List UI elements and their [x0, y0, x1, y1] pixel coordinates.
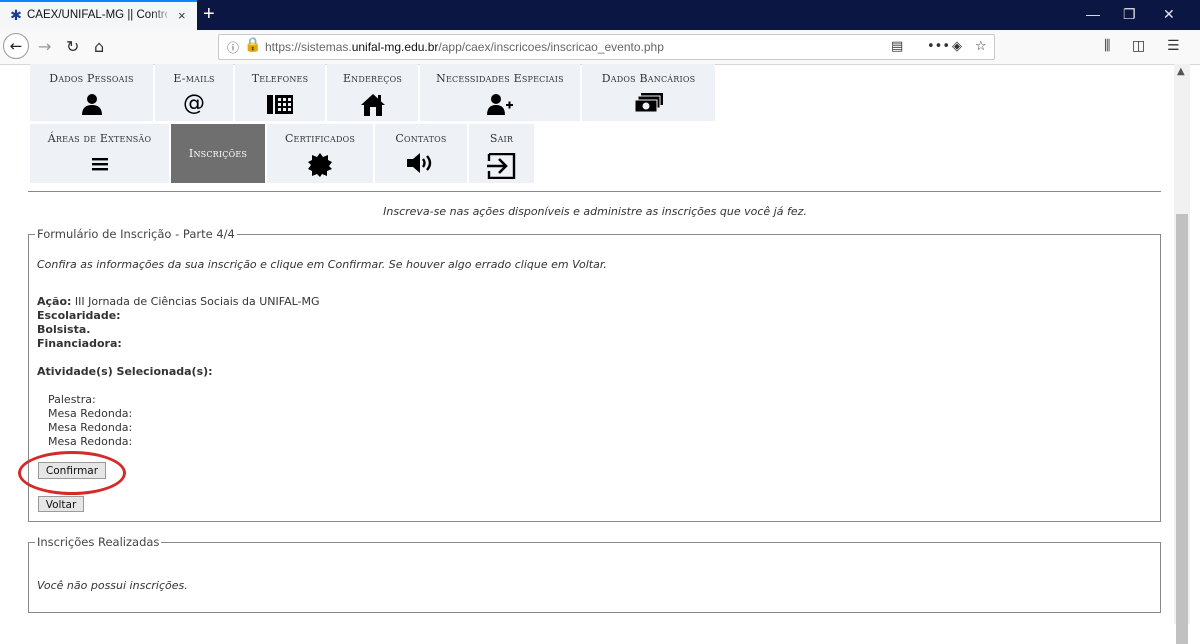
- bookmark-star-icon[interactable]: ☆: [975, 39, 987, 54]
- page-actions-icon[interactable]: •••: [927, 39, 950, 54]
- acao-line: Ação: III Jornada de Ciências Sociais da…: [37, 295, 320, 308]
- menu-necessidades-especiais[interactable]: Necessidades Especiais: [420, 64, 580, 121]
- menu-dados-pessoais[interactable]: Dados Pessoais: [30, 64, 153, 121]
- atividade-item: Mesa Redonda:: [48, 435, 133, 448]
- form-instructions: Confira as informações da sua inscrição …: [37, 258, 607, 271]
- scroll-thumb[interactable]: [1176, 214, 1188, 644]
- menu-dados-bancarios[interactable]: Dados Bancários: [582, 64, 715, 121]
- new-tab-button[interactable]: +: [203, 3, 215, 26]
- user-icon: [30, 93, 153, 119]
- escolaridade-label: Escolaridade:: [37, 309, 121, 322]
- list-icon: [30, 153, 169, 175]
- sidebar-icon[interactable]: ◫: [1132, 38, 1145, 54]
- url-text[interactable]: https://sistemas.unifal-mg.edu.br/app/ca…: [265, 40, 664, 54]
- home-button-icon[interactable]: ⌂: [94, 37, 104, 56]
- scroll-up-icon[interactable]: ▲: [1177, 66, 1185, 77]
- browser-tab-bar: ✱ CAEX/UNIFAL-MG || Controle d × + — ❐ ✕: [0, 0, 1200, 30]
- financiadora-label: Financiadora:: [37, 337, 122, 350]
- atividade-item: Mesa Redonda:: [48, 407, 133, 420]
- at-icon: @: [183, 91, 205, 116]
- minimize-icon[interactable]: —: [1086, 6, 1100, 22]
- menu-certificados[interactable]: Certificados: [267, 124, 373, 183]
- tab-close-icon[interactable]: ×: [178, 8, 186, 23]
- atividade-item: Palestra:: [48, 393, 96, 406]
- inscricoes-empty-text: Você não possui inscrições.: [37, 579, 188, 592]
- certificate-icon: [267, 153, 373, 181]
- caex-favicon-icon: ✱: [10, 8, 22, 24]
- inscricoes-legend: Inscrições Realizadas: [37, 535, 160, 549]
- fax-icon: [235, 93, 325, 119]
- restore-icon[interactable]: ❐: [1123, 6, 1136, 23]
- menu-enderecos[interactable]: Endereços: [327, 64, 418, 121]
- inscricoes-fieldset: Inscrições Realizadas: [28, 535, 1161, 613]
- reader-view-icon[interactable]: ▤: [891, 39, 903, 54]
- user-plus-icon: [420, 93, 580, 119]
- forward-button[interactable]: →: [38, 37, 51, 56]
- home-icon: [327, 93, 418, 121]
- close-window-icon[interactable]: ✕: [1163, 6, 1175, 23]
- menu-telefones[interactable]: Telefones: [235, 64, 325, 121]
- lock-icon: 🔒: [244, 37, 262, 53]
- bolsista-label: Bolsista.: [37, 323, 91, 336]
- menu-contatos[interactable]: Contatos: [375, 124, 467, 183]
- library-icon[interactable]: ⫼: [1104, 38, 1110, 54]
- tab-title: CAEX/UNIFAL-MG || Controle d: [27, 9, 167, 21]
- page-scrollbar[interactable]: ▲: [1174, 64, 1190, 644]
- pocket-icon[interactable]: ◈: [952, 39, 962, 54]
- logout-icon: [469, 152, 534, 183]
- reload-icon[interactable]: ↻: [66, 37, 79, 56]
- atividade-item: Mesa Redonda:: [48, 421, 133, 434]
- highlight-annotation: [18, 451, 126, 495]
- menu-emails[interactable]: E-mails @: [155, 64, 233, 121]
- volume-icon: [375, 153, 467, 177]
- money-icon: [582, 93, 715, 117]
- menu-sair[interactable]: Sair: [469, 124, 534, 183]
- url-bar[interactable]: ⓘ 🔒 https://sistemas.unifal-mg.edu.br/ap…: [218, 34, 995, 60]
- atividades-label: Atividade(s) Selecionada(s):: [37, 365, 213, 378]
- back-button[interactable]: ←: [3, 33, 29, 59]
- menu-icon[interactable]: ☰: [1167, 38, 1180, 54]
- info-icon[interactable]: ⓘ: [227, 39, 239, 56]
- menu-inscricoes[interactable]: Inscrições: [171, 124, 265, 183]
- divider: [28, 191, 1161, 192]
- browser-tab[interactable]: ✱ CAEX/UNIFAL-MG || Controle d ×: [0, 0, 197, 30]
- menu-areas-de-extensao[interactable]: Áreas de Extensão: [30, 124, 169, 183]
- navigation-bar: ← → ↻ ⌂ ⓘ 🔒 https://sistemas.unifal-mg.e…: [0, 30, 1200, 65]
- back-form-button[interactable]: Voltar: [38, 496, 84, 512]
- page-subtitle: Inscreva-se nas ações disponíveis e admi…: [383, 205, 807, 218]
- form-legend: Formulário de Inscrição - Parte 4/4: [37, 227, 235, 241]
